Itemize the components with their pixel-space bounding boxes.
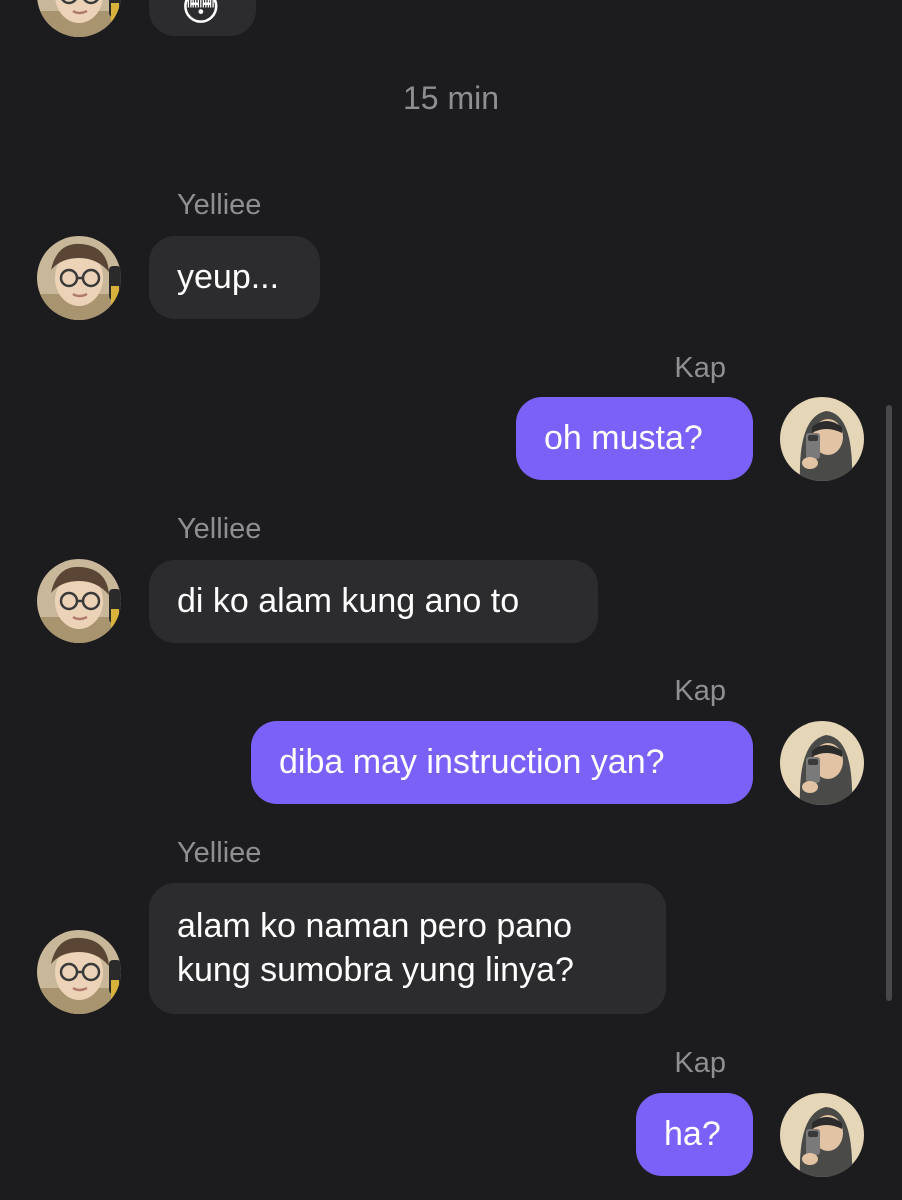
sender-name: Kap <box>674 1047 726 1079</box>
avatar-kap[interactable] <box>780 721 864 805</box>
message-text: di ko alam kung ano to <box>177 582 520 620</box>
outgoing-message-bubble[interactable]: ha? <box>636 1093 753 1176</box>
sender-name: Kap <box>674 352 726 384</box>
avatar-yelliee[interactable] <box>37 930 121 1014</box>
sender-name: Yelliee <box>177 513 262 545</box>
message-text: yeup... <box>177 258 280 296</box>
sender-name: Kap <box>674 675 726 707</box>
avatar-kap[interactable] <box>780 397 864 481</box>
avatar-yelliee[interactable] <box>37 559 121 643</box>
incoming-message-bubble[interactable]: yeup... <box>149 236 320 319</box>
outgoing-message-bubble[interactable]: oh musta? <box>516 397 753 480</box>
incoming-message-bubble[interactable]: 😳 <box>149 0 256 36</box>
sender-name: Yelliee <box>177 837 262 869</box>
sender-name: Yelliee <box>177 189 262 221</box>
flushed-face-emoji-icon: 😳 <box>181 0 221 29</box>
avatar-yelliee[interactable] <box>37 0 121 37</box>
incoming-message-bubble[interactable]: di ko alam kung ano to <box>149 560 598 643</box>
avatar-yelliee[interactable] <box>37 236 121 320</box>
message-text: diba may instruction yan? <box>279 743 665 781</box>
avatar-kap[interactable] <box>780 1093 864 1177</box>
message-text: alam ko naman pero pano <box>177 907 573 945</box>
incoming-message-bubble[interactable]: alam ko naman pero pano kung sumobra yun… <box>149 883 666 1014</box>
message-text: ha? <box>664 1115 721 1153</box>
message-text: oh musta? <box>544 419 703 457</box>
chat-thread[interactable]: 😳 15 min Yelliee yeup... Kap oh musta? Y… <box>0 0 902 1200</box>
message-text: kung sumobra yung linya? <box>177 951 574 989</box>
scrollbar[interactable] <box>886 405 892 1001</box>
timestamp-separator: 15 min <box>402 80 500 116</box>
outgoing-message-bubble[interactable]: diba may instruction yan? <box>251 721 753 804</box>
